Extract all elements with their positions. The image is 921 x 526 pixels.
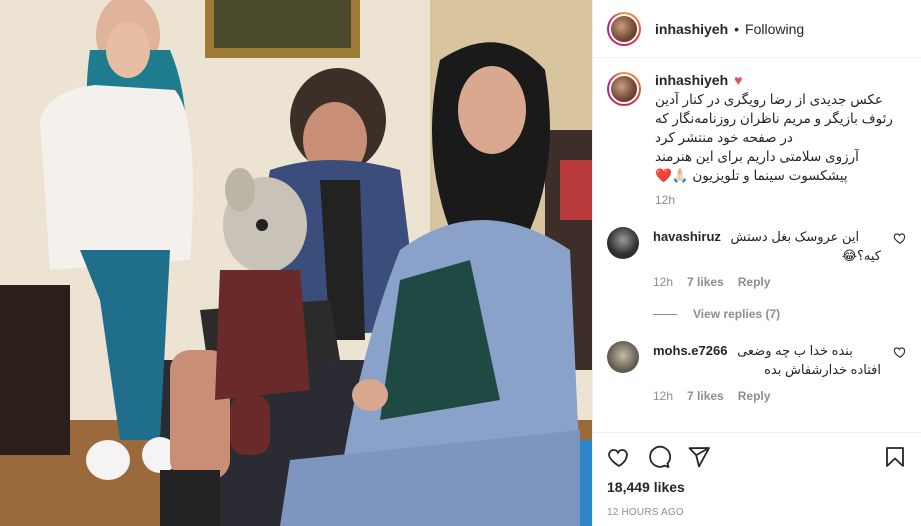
comment-meta: 12h 7 likes Reply: [653, 389, 881, 403]
commenter-username[interactable]: mohs.e7266: [653, 343, 727, 358]
commenter-avatar[interactable]: [607, 227, 639, 259]
view-replies-label: View replies (7): [693, 307, 781, 321]
author-username[interactable]: inhashiyeh: [655, 21, 728, 37]
comment-likes[interactable]: 7 likes: [687, 389, 724, 403]
view-replies-divider: [653, 313, 677, 315]
comment-text-line: افتاده خدارشفاش بده: [764, 362, 881, 377]
comment-likes[interactable]: 7 likes: [687, 275, 724, 289]
comment-text: این عروسک بغل دستش: [730, 229, 860, 244]
caption-text: عکس جدیدی از رضا رویگری در کنار آدین رئو…: [655, 90, 907, 185]
post-photo[interactable]: [0, 0, 592, 526]
instagram-post: inhashiyeh • Following inhashiyeh ♥ عکس …: [0, 0, 921, 526]
caption-username-row: inhashiyeh ♥: [655, 72, 907, 88]
caption-time: 12h: [655, 193, 676, 207]
header-separator: •: [734, 20, 740, 37]
author-avatar[interactable]: [607, 11, 641, 46]
paper-plane-icon[interactable]: [687, 445, 711, 469]
view-replies-button[interactable]: View replies (7): [653, 307, 907, 321]
post-actions: 18,449 likes 12 HOURS AGO: [593, 432, 921, 526]
comment-time[interactable]: 12h: [653, 275, 673, 289]
comment-like-icon[interactable]: [893, 345, 907, 359]
comment-text: بنده خدا ب چه وضعی: [737, 343, 853, 358]
bookmark-icon[interactable]: [883, 445, 907, 469]
reply-button[interactable]: Reply: [738, 389, 771, 403]
reply-button[interactable]: Reply: [738, 275, 771, 289]
comment-item: mohs.e7266 بنده خدا ب چه وضعی افتاده خدا…: [607, 341, 907, 403]
comments-section[interactable]: inhashiyeh ♥ عکس جدیدی از رضا رویگری در …: [593, 58, 921, 432]
post-header: inhashiyeh • Following: [593, 0, 921, 58]
commenter-avatar[interactable]: [607, 341, 639, 373]
caption-line: در صفحه خود منتشر کرد: [655, 130, 793, 145]
comment-item: havashiruz این عروسک بغل دستش کیه؟😂 12h …: [607, 227, 907, 289]
caption: inhashiyeh ♥ عکس جدیدی از رضا رویگری در …: [607, 72, 907, 207]
comment-meta: 12h 7 likes Reply: [653, 275, 881, 289]
post-timestamp[interactable]: 12 HOURS AGO: [607, 507, 907, 518]
caption-username[interactable]: inhashiyeh: [655, 72, 728, 88]
caption-line: پیشکسوت سینما و تلویزیون 🙏🏻❤️: [655, 168, 848, 183]
photo-illustration: [0, 0, 592, 526]
caption-line: آرزوی سلامتی داریم برای این هنرمند: [655, 149, 859, 164]
comment-time[interactable]: 12h: [653, 389, 673, 403]
comment-text-line: کیه؟😂: [841, 248, 881, 263]
likes-count[interactable]: 18,449 likes: [607, 479, 907, 495]
caption-avatar[interactable]: [607, 72, 641, 106]
heart-outline-icon[interactable]: [607, 445, 631, 469]
commenter-username[interactable]: havashiruz: [653, 229, 721, 244]
post-sidebar: inhashiyeh • Following inhashiyeh ♥ عکس …: [592, 0, 921, 526]
caption-line: عکس جدیدی از رضا رویگری در کنار آدین: [655, 92, 883, 107]
action-icons: [607, 441, 907, 473]
red-heart-icon: ♥: [734, 72, 743, 88]
comment-bubble-icon[interactable]: [647, 445, 671, 469]
following-button[interactable]: Following: [745, 21, 804, 37]
caption-line: رئوف بازیگر و مریم ناظران روزنامه‌نگار ک…: [655, 111, 893, 126]
comment-like-icon[interactable]: [893, 231, 907, 245]
